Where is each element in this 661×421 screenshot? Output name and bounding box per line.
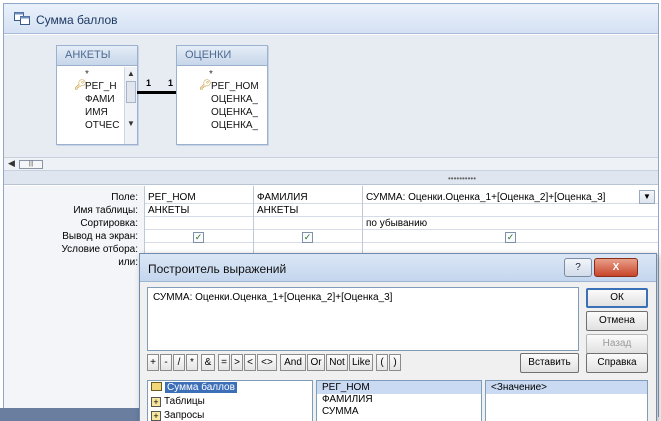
tree-item-current-query[interactable]: Сумма баллов [151, 382, 237, 393]
grid-table-cell[interactable]: АНКЕТЫ [148, 205, 189, 216]
table-field[interactable]: РЕГ_НОМ [211, 81, 259, 92]
expression-fields-pane[interactable]: РЕГ_НОМ ФАМИЛИЯ СУММА [316, 380, 482, 421]
primary-key-icon: 🔑︎ [199, 80, 212, 91]
expression-tree-pane[interactable]: Сумма баллов + Таблицы + Запросы [147, 380, 313, 421]
list-item[interactable]: РЕГ_НОМ [322, 382, 370, 393]
operator-multiply-button[interactable]: * [186, 354, 198, 371]
splitter-grip-icon[interactable]: •••••••••• [448, 174, 476, 183]
grid-table-cell[interactable]: АНКЕТЫ [257, 205, 298, 216]
all-fields-star[interactable]: * [209, 69, 213, 80]
scroll-thumb[interactable]: ||| [19, 160, 43, 169]
operator-not-button[interactable]: Not [326, 354, 348, 371]
table-ocenki[interactable]: ОЦЕНКИ * 🔑︎ РЕГ_НОМ ОЦЕНКА_ ОЦЕНКА_ ОЦЕН… [176, 45, 268, 145]
tree-item-label: Таблицы [164, 396, 205, 407]
scroll-up-icon[interactable]: ▲ [127, 69, 135, 78]
row-label-or: или: [118, 257, 138, 268]
insert-button[interactable]: Вставить [520, 353, 579, 373]
operator-and-button[interactable]: And [280, 354, 306, 371]
operator-minus-button[interactable]: - [160, 354, 172, 371]
show-checkbox[interactable]: ✓ [505, 232, 516, 243]
show-checkbox[interactable]: ✓ [193, 232, 204, 243]
table-field[interactable]: ОЦЕНКА_ [211, 120, 258, 131]
open-folder-icon [151, 382, 162, 391]
show-checkbox[interactable]: ✓ [302, 232, 313, 243]
field-dropdown-button[interactable]: ▼ [639, 190, 655, 204]
expression-builder-dialog: Построитель выражений ? X СУММА: Оценки.… [139, 253, 657, 421]
table-field[interactable]: ОЦЕНКА_ [211, 94, 258, 105]
operator-concat-button[interactable]: & [201, 354, 215, 371]
grid-sort-cell[interactable]: по убыванию [366, 218, 427, 229]
table-ocenki-title: ОЦЕНКИ [177, 46, 267, 66]
operator-divide-button[interactable]: / [173, 354, 185, 371]
operator-less-button[interactable]: < [244, 354, 256, 371]
background-area [0, 408, 139, 421]
operator-not-equal-button[interactable]: <> [257, 354, 277, 371]
table-ankety[interactable]: АНКЕТЫ * 🔑︎ РЕГ_Н ФАМИ ИМЯ ОТЧЕС ▲ ▼ [56, 45, 138, 145]
row-label-table: Имя таблицы: [73, 205, 138, 216]
table-field[interactable]: ОТЧЕС [85, 120, 119, 131]
query-icon [14, 12, 30, 25]
window-titlebar[interactable]: Сумма баллов [4, 4, 658, 34]
tree-item-label: Запросы [164, 410, 205, 421]
row-label-criteria: Условие отбора: [61, 244, 138, 255]
table-field[interactable]: РЕГ_Н [85, 81, 123, 92]
expression-values-pane[interactable]: <Значение> [485, 380, 648, 421]
list-item[interactable]: <Значение> [491, 382, 547, 393]
relationship-left-label: 1 [146, 78, 152, 88]
table-field[interactable]: ИМЯ [85, 107, 123, 118]
row-label-sort: Сортировка: [80, 218, 138, 229]
grid-field-cell[interactable]: СУММА: Оценки.Оценка_1+[Оценка_2]+[Оценк… [366, 192, 636, 203]
grid-row-labels: Поле: Имя таблицы: Сортировка: Вывод на … [4, 186, 144, 418]
list-item[interactable]: СУММА [322, 406, 359, 417]
dialog-close-button[interactable]: X [594, 258, 638, 277]
pane-splitter[interactable]: •••••••••• [4, 171, 658, 185]
design-horizontal-scrollbar[interactable]: ◀ ||| [4, 157, 658, 171]
operator-like-button[interactable]: Like [349, 354, 373, 371]
scroll-down-icon[interactable]: ▼ [127, 119, 135, 128]
tree-item-queries[interactable]: + Запросы [151, 410, 204, 421]
operator-equals-button[interactable]: = [218, 354, 230, 371]
operator-plus-button[interactable]: + [147, 354, 159, 371]
operator-close-paren-button[interactable]: ) [389, 354, 401, 371]
scroll-left-icon[interactable]: ◀ [8, 158, 15, 169]
table-design-area[interactable]: АНКЕТЫ * 🔑︎ РЕГ_Н ФАМИ ИМЯ ОТЧЕС ▲ ▼ ОЦЕ… [4, 35, 658, 157]
window-title: Сумма баллов [36, 13, 118, 27]
ok-button[interactable]: ОК [586, 288, 648, 308]
dialog-title: Построитель выражений [148, 262, 287, 276]
relationship-line[interactable] [137, 91, 176, 94]
expand-icon[interactable]: + [151, 397, 161, 407]
table-field[interactable]: ФАМИ [85, 94, 123, 105]
dialog-titlebar[interactable]: Построитель выражений ? X [140, 254, 656, 282]
relationship-right-label: 1 [168, 78, 174, 88]
operator-or-button[interactable]: Or [307, 354, 325, 371]
cancel-button[interactable]: Отмена [586, 311, 648, 331]
scroll-thumb[interactable] [126, 81, 136, 103]
help-button[interactable]: Справка [586, 353, 648, 373]
dialog-help-button[interactable]: ? [564, 258, 592, 277]
operator-open-paren-button[interactable]: ( [376, 354, 388, 371]
list-item[interactable]: ФАМИЛИЯ [322, 394, 373, 405]
grid-field-cell[interactable]: РЕГ_НОМ [148, 192, 196, 203]
expand-icon[interactable]: + [151, 411, 161, 421]
table-field[interactable]: ОЦЕНКА_ [211, 107, 258, 118]
row-label-show: Вывод на экран: [62, 231, 138, 242]
tree-item-label: Сумма баллов [165, 382, 237, 393]
table-scrollbar[interactable]: ▲ ▼ [124, 67, 137, 144]
all-fields-star[interactable]: * [85, 69, 89, 80]
tree-item-tables[interactable]: + Таблицы [151, 396, 205, 407]
table-ankety-title: АНКЕТЫ [57, 46, 137, 66]
row-label-field: Поле: [111, 192, 138, 203]
back-button[interactable]: Назад [586, 334, 648, 354]
expression-input[interactable]: СУММА: Оценки.Оценка_1+[Оценка_2]+[Оценк… [147, 287, 579, 351]
grid-field-cell[interactable]: ФАМИЛИЯ [257, 192, 308, 203]
operator-greater-button[interactable]: > [231, 354, 243, 371]
